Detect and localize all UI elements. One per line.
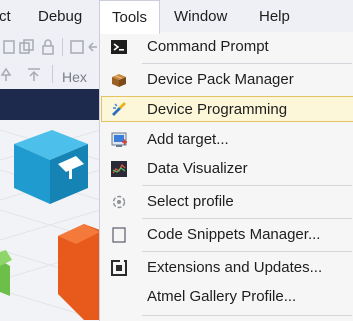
menu-separator — [142, 251, 352, 252]
menu-item-device-programming[interactable]: Device Programming — [101, 96, 353, 122]
menu-separator — [142, 218, 352, 219]
document-tab-strip — [0, 89, 100, 120]
toolbar-row-1 — [0, 37, 100, 61]
extensions-icon — [111, 260, 127, 276]
window-icon[interactable] — [70, 39, 84, 55]
menu-debug[interactable]: Debug — [38, 0, 82, 33]
menu-item-label: Code Snippets Manager... — [147, 226, 321, 243]
tool-icon[interactable] — [2, 39, 16, 55]
menu-item-label: Extensions and Updates... — [147, 259, 323, 276]
toolbar-separator — [62, 38, 63, 56]
menu-item-label: Command Prompt — [147, 38, 269, 55]
pin-icon[interactable] — [0, 67, 12, 83]
menu-item-data-visualizer[interactable]: Data Visualizer — [101, 156, 353, 182]
menu-item-label: Data Visualizer — [147, 160, 248, 177]
menu-bar: ct Debug Tools Window Help — [0, 0, 353, 34]
package-icon — [112, 74, 126, 87]
menu-tools[interactable]: Tools — [99, 0, 160, 34]
menu-item-add-target[interactable]: Add target... — [101, 127, 353, 153]
menu-item-label: Device Programming — [147, 101, 288, 118]
align-top-icon[interactable] — [26, 67, 42, 83]
lock-icon[interactable] — [40, 39, 56, 55]
add-target-icon — [111, 132, 127, 147]
menu-item-select-profile[interactable]: Select profile — [101, 189, 353, 215]
tools-menu: Command Prompt Device Pack Manager Devic… — [99, 32, 353, 321]
start-page-artwork — [0, 120, 100, 321]
command-prompt-icon — [111, 40, 127, 54]
menu-separator — [142, 185, 352, 186]
menu-help[interactable]: Help — [259, 0, 290, 33]
menu-item-label: Device Pack Manager — [147, 71, 294, 88]
data-visualizer-icon — [111, 161, 127, 177]
menu-item-label: Select profile — [147, 193, 234, 210]
select-profile-icon — [112, 195, 126, 209]
toolbar: Hex — [0, 33, 100, 89]
code-snippets-icon — [112, 227, 126, 243]
hex-toggle[interactable]: Hex — [62, 69, 87, 85]
toolbar-row-2: Hex — [0, 65, 100, 89]
copy-icon[interactable] — [19, 39, 35, 55]
cube-artwork — [0, 129, 100, 321]
menu-item-command-prompt[interactable]: Command Prompt — [101, 34, 353, 60]
menu-item-extensions-and-updates[interactable]: Extensions and Updates... — [101, 255, 353, 281]
menu-separator — [142, 315, 352, 316]
orange-cube — [58, 224, 100, 320]
menu-item-code-snippets-manager[interactable]: Code Snippets Manager... — [101, 222, 353, 248]
device-programming-icon — [112, 102, 126, 116]
undo-icon[interactable] — [86, 39, 100, 55]
menu-item-atmel-gallery-profile[interactable]: Atmel Gallery Profile... — [101, 284, 353, 310]
toolbar-separator — [52, 65, 53, 83]
green-cube — [0, 250, 12, 296]
menu-window[interactable]: Window — [174, 0, 227, 33]
menu-item-label: Add target... — [147, 131, 229, 148]
menu-item-label: Atmel Gallery Profile... — [147, 288, 297, 305]
menu-separator — [142, 63, 352, 64]
menu-item-device-pack-manager[interactable]: Device Pack Manager — [101, 67, 353, 93]
menu-project[interactable]: ct — [0, 0, 11, 33]
